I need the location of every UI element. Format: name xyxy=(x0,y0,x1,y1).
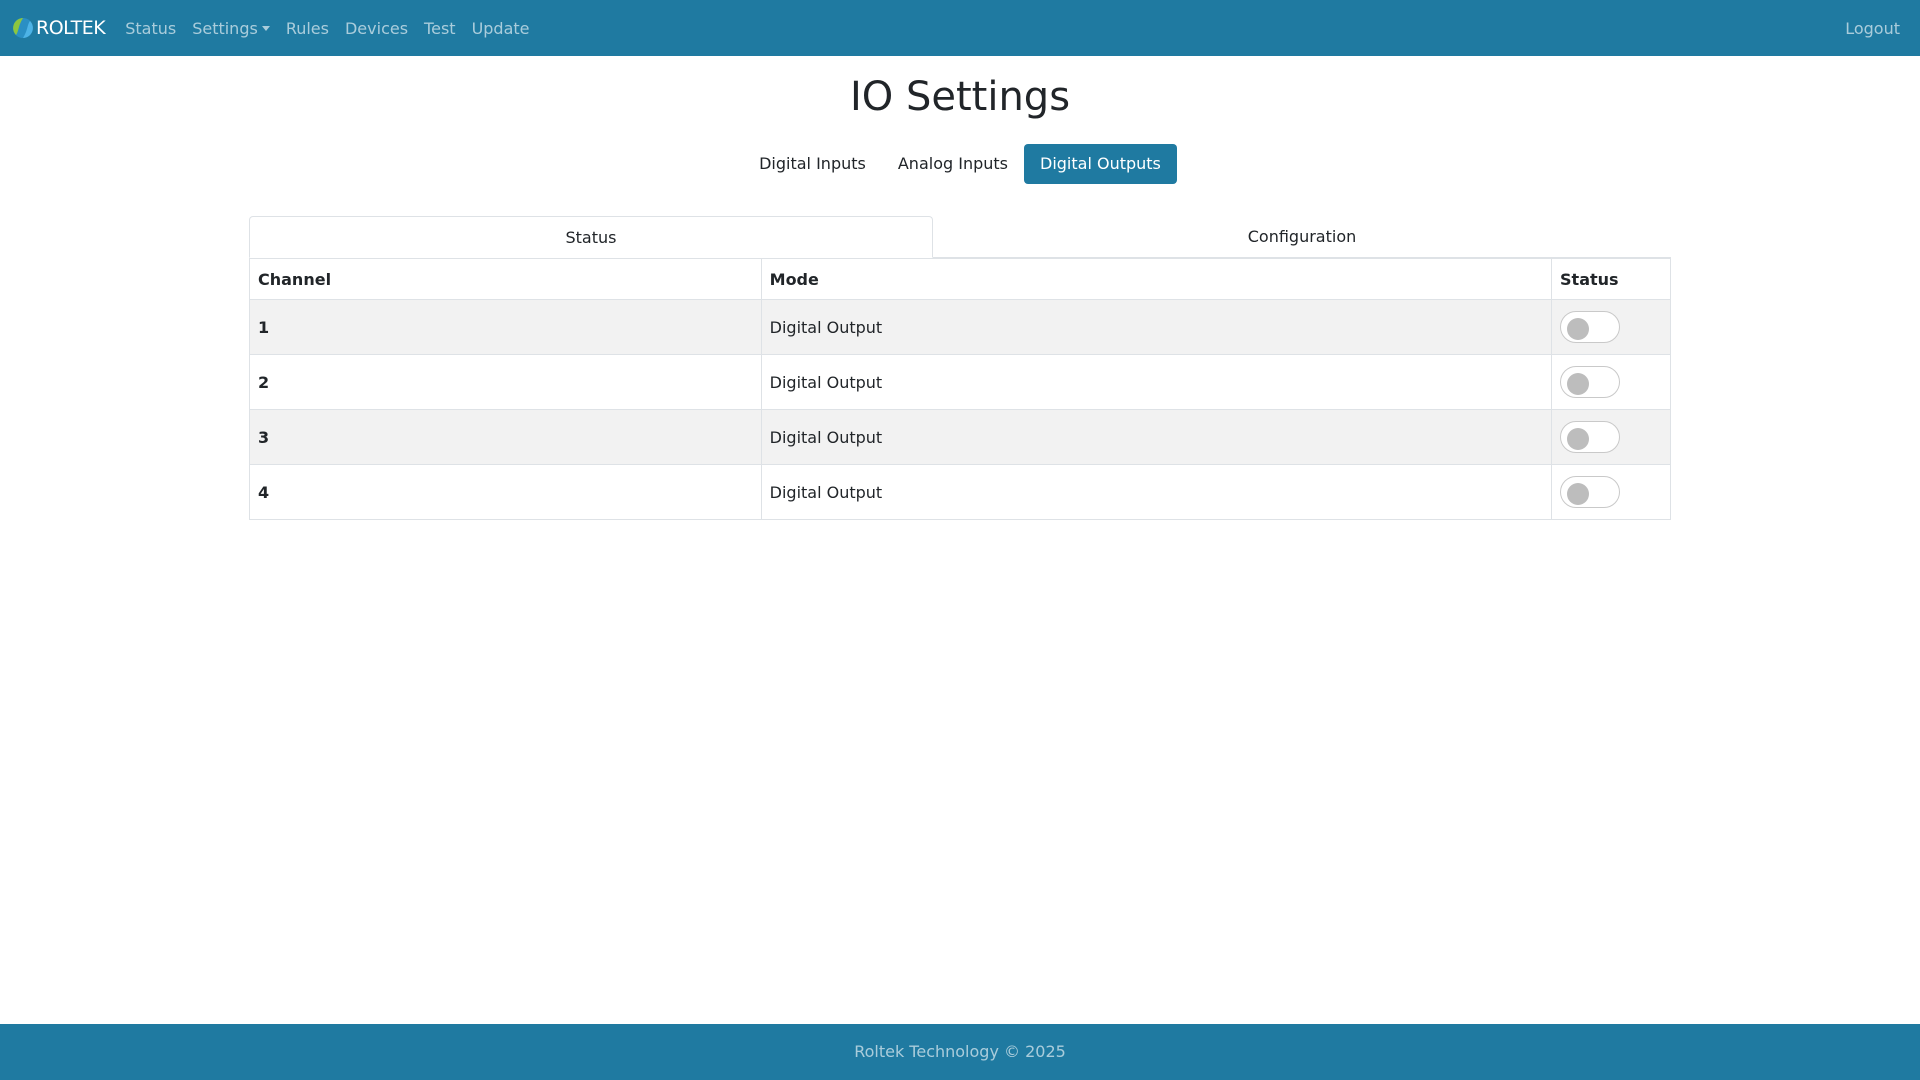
status-cell xyxy=(1551,409,1671,465)
pill-digital-inputs[interactable]: Digital Inputs xyxy=(743,144,882,184)
header-channel: Channel xyxy=(249,258,762,300)
header-status: Status xyxy=(1551,258,1671,300)
outputs-table: Channel Mode Status 1 Digital Output 2 D… xyxy=(249,258,1671,520)
output-toggle-switch[interactable] xyxy=(1560,366,1621,398)
header-mode: Mode xyxy=(760,258,1553,300)
output-toggle-switch[interactable] xyxy=(1560,421,1621,453)
mode-cell: Digital Output xyxy=(760,354,1553,410)
logout-link[interactable]: Logout xyxy=(1837,11,1908,46)
nav-links: Status Settings Rules Devices Test Updat… xyxy=(117,11,537,46)
channel-cell: 2 xyxy=(249,354,762,410)
tab-configuration[interactable]: Configuration xyxy=(933,216,1671,257)
toggle-knob xyxy=(1567,483,1590,505)
footer-copyright: Roltek Technology © 2025 xyxy=(854,1042,1066,1061)
nav-devices-label: Devices xyxy=(344,18,409,38)
brand-name: ROLTEK xyxy=(36,17,106,39)
status-cell xyxy=(1551,299,1671,355)
brand-link[interactable]: ROLTEK xyxy=(12,17,106,39)
nav-settings-dropdown[interactable]: Settings xyxy=(184,11,278,46)
pill-analog-inputs[interactable]: Analog Inputs xyxy=(882,144,1024,184)
channel-cell: 3 xyxy=(249,409,762,465)
caret-down-icon xyxy=(261,25,270,31)
nav-devices-link[interactable]: Devices xyxy=(337,11,416,46)
output-toggle-switch[interactable] xyxy=(1560,476,1621,508)
page-footer: Roltek Technology © 2025 xyxy=(0,1024,1920,1080)
panel-tabs: Status Configuration xyxy=(249,216,1671,258)
io-panel: Status Configuration Channel Mode Status… xyxy=(249,216,1671,520)
output-toggle-switch[interactable] xyxy=(1560,311,1621,343)
status-cell xyxy=(1551,464,1671,520)
nav-test-link[interactable]: Test xyxy=(416,11,464,46)
table-row: 2 Digital Output xyxy=(249,354,1671,410)
tab-status[interactable]: Status xyxy=(249,216,933,258)
nav-status-link[interactable]: Status xyxy=(117,11,184,46)
mode-cell: Digital Output xyxy=(760,299,1553,355)
nav-update-link[interactable]: Update xyxy=(464,11,538,46)
io-type-pills: Digital Inputs Analog Inputs Digital Out… xyxy=(0,144,1920,184)
mode-cell: Digital Output xyxy=(760,409,1553,465)
logout-label: Logout xyxy=(1845,18,1900,38)
table-row: 1 Digital Output xyxy=(249,299,1671,355)
nav-test-label: Test xyxy=(424,18,456,38)
nav-update-label: Update xyxy=(471,18,530,38)
channel-cell: 4 xyxy=(249,464,762,520)
nav-status-label: Status xyxy=(125,18,177,38)
nav-rules-link[interactable]: Rules xyxy=(278,11,337,46)
page-title: IO Settings xyxy=(849,74,1071,120)
table-row: 3 Digital Output xyxy=(249,409,1671,465)
nav-rules-label: Rules xyxy=(285,18,329,38)
roltek-logo-icon xyxy=(13,18,33,38)
status-cell xyxy=(1551,354,1671,410)
table-row: 4 Digital Output xyxy=(249,464,1671,520)
mode-cell: Digital Output xyxy=(760,464,1553,520)
toggle-knob xyxy=(1567,373,1590,395)
toggle-knob xyxy=(1567,428,1590,450)
table-header-row: Channel Mode Status xyxy=(249,258,1671,300)
toggle-knob xyxy=(1567,318,1590,340)
nav-settings-label: Settings xyxy=(192,18,258,38)
channel-cell: 1 xyxy=(249,299,762,355)
pill-digital-outputs[interactable]: Digital Outputs xyxy=(1024,144,1177,184)
top-navbar: ROLTEK Status Settings Rules Devices Tes… xyxy=(0,0,1920,56)
